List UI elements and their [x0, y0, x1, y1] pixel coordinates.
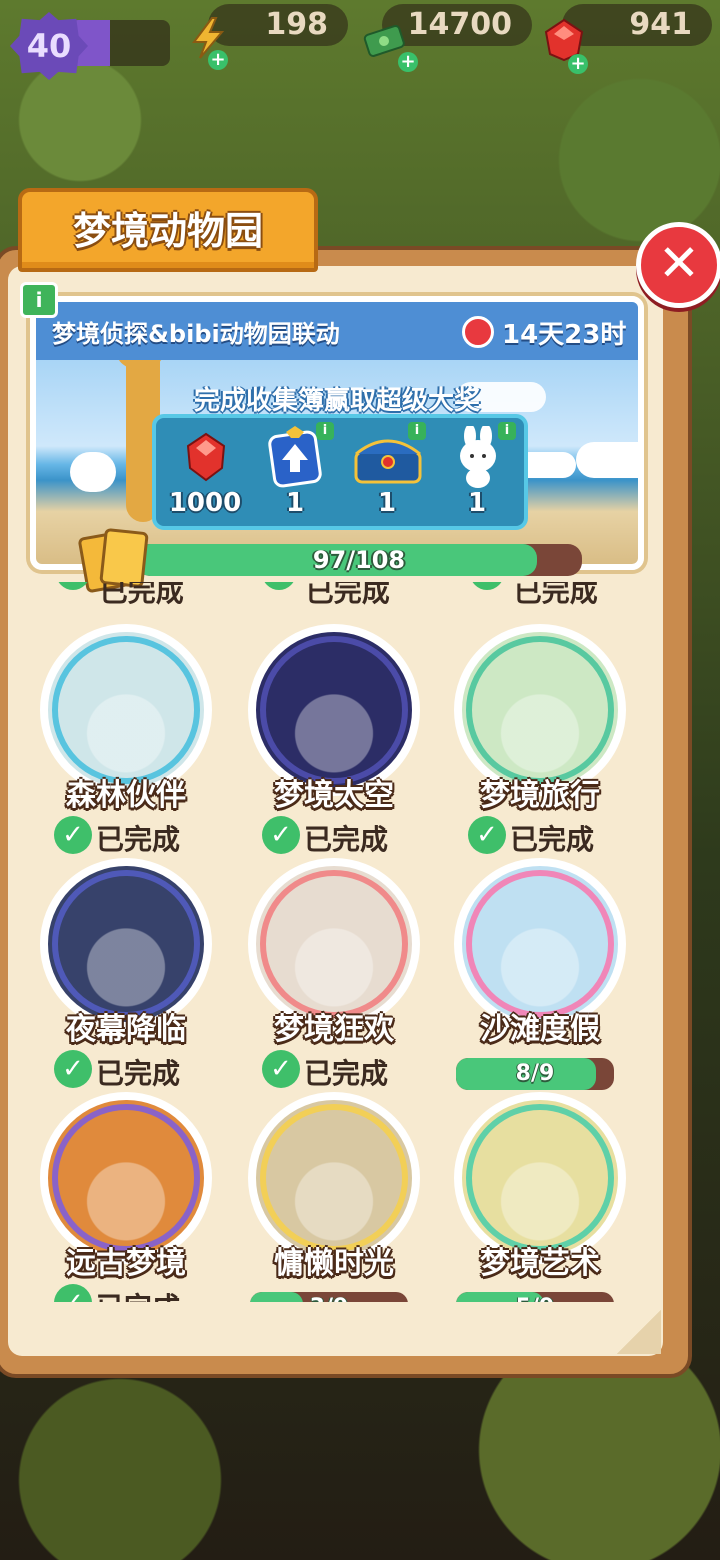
info-button[interactable]: i: [20, 282, 58, 318]
close-icon: ✕: [658, 234, 700, 292]
album-name: 慵懒时光: [274, 1246, 394, 1281]
banner-header: 梦境侦探&bibi动物园联动 14天23时: [36, 302, 638, 360]
bunny-illustration: [70, 452, 116, 492]
album-name: 梦境太空: [274, 778, 394, 813]
album-progress-bar: 5/9: [456, 1292, 614, 1302]
reward-amount: 1: [467, 488, 487, 518]
collection-progress-bar: 97/108: [136, 544, 582, 576]
reward-amount: 1: [377, 488, 397, 518]
reward-chest[interactable]: i 1: [342, 418, 432, 522]
clock-icon: [462, 316, 494, 348]
status-label: 已完成: [304, 1057, 389, 1090]
panel-title-tab: 梦境动物园: [18, 188, 318, 272]
album-card[interactable]: 梦境旅行 ✓ 已完成: [454, 624, 634, 856]
album-card[interactable]: 森林伙伴 ✓ 已完成: [40, 624, 220, 856]
album-name: 远古梦境: [66, 1246, 186, 1281]
album-name: 森林伙伴: [66, 778, 186, 813]
check-icon: ✓: [54, 1284, 92, 1302]
add-gem-button[interactable]: +: [568, 54, 588, 74]
album-name: 梦境狂欢: [274, 1012, 394, 1047]
page-fold: [617, 1310, 661, 1354]
check-icon: ✓: [54, 1050, 92, 1088]
album-name: 夜幕降临: [66, 1012, 186, 1047]
album-card[interactable]: 夜幕降临 ✓ 已完成: [40, 858, 220, 1090]
status-label: 已完成: [304, 823, 389, 856]
album-name: 梦境艺术: [480, 1246, 600, 1281]
status-label: 已完成: [510, 823, 595, 856]
bunny-avatar-icon: [460, 426, 496, 488]
album-card[interactable]: 慵懒时光 3/9: [248, 1092, 428, 1302]
event-title: 梦境侦探&bibi动物园联动: [52, 320, 340, 348]
album-list[interactable]: 已完成 已完成 已完成 森林伙伴 ✓ 已完成 梦境太空 ✓ 已完成 梦境旅行 ✓ 已完成 夜幕降临…: [0, 582, 720, 1302]
status-label: 已完成: [96, 1057, 181, 1090]
album-name: 沙滩度假: [480, 1012, 600, 1047]
album-progress-bar: 3/9: [250, 1292, 408, 1302]
album-card[interactable]: 沙滩度假 8/9: [454, 858, 634, 1090]
previous-row-status: 已完成: [262, 582, 390, 610]
album-card[interactable]: 梦境艺术 5/9: [454, 1092, 634, 1302]
panel-title: 梦境动物园: [72, 209, 263, 253]
reward-panel: 1000 i 1 i 1 i 1: [152, 414, 528, 530]
reward-gems[interactable]: 1000: [160, 418, 250, 522]
close-button[interactable]: ✕: [636, 222, 720, 308]
level-badge[interactable]: 40: [10, 12, 88, 80]
add-cash-button[interactable]: +: [398, 52, 418, 72]
reward-amount: 1: [285, 488, 305, 518]
event-timer: 14天23时: [502, 320, 627, 350]
check-icon: ✓: [262, 816, 300, 854]
album-card[interactable]: 梦境太空 ✓ 已完成: [248, 624, 428, 856]
reward-upgrade-card[interactable]: i 1: [250, 418, 340, 522]
reward-amount: 1000: [168, 488, 242, 518]
add-energy-button[interactable]: +: [208, 50, 228, 70]
album-progress-label: 3/9: [250, 1295, 408, 1302]
check-icon: ✓: [468, 816, 506, 854]
previous-row-status: 已完成: [56, 582, 184, 610]
ruby-gem-icon: [186, 432, 226, 482]
check-icon: ✓: [54, 816, 92, 854]
collection-progress-label: 97/108: [312, 546, 406, 574]
album-progress-bar: 8/9: [456, 1058, 614, 1090]
album-name: 梦境旅行: [480, 778, 600, 813]
check-icon: ✓: [262, 1050, 300, 1088]
status-label: 已完成: [96, 823, 181, 856]
event-subtitle: 完成收集簿赢取超级大奖: [193, 386, 480, 416]
album-progress-label: 5/9: [456, 1295, 614, 1302]
cards-icon: [77, 527, 149, 594]
upgrade-card-icon: [268, 426, 322, 488]
previous-row-status: 已完成: [470, 582, 598, 610]
album-card[interactable]: 远古梦境 ✓已完成: [40, 1092, 220, 1302]
reward-avatar[interactable]: i 1: [432, 418, 522, 522]
status-label: 已完成: [96, 1286, 180, 1302]
album-progress-label: 8/9: [515, 1061, 555, 1086]
album-card[interactable]: 梦境狂欢 ✓ 已完成: [248, 858, 428, 1090]
treasure-chest-icon: [354, 439, 422, 484]
